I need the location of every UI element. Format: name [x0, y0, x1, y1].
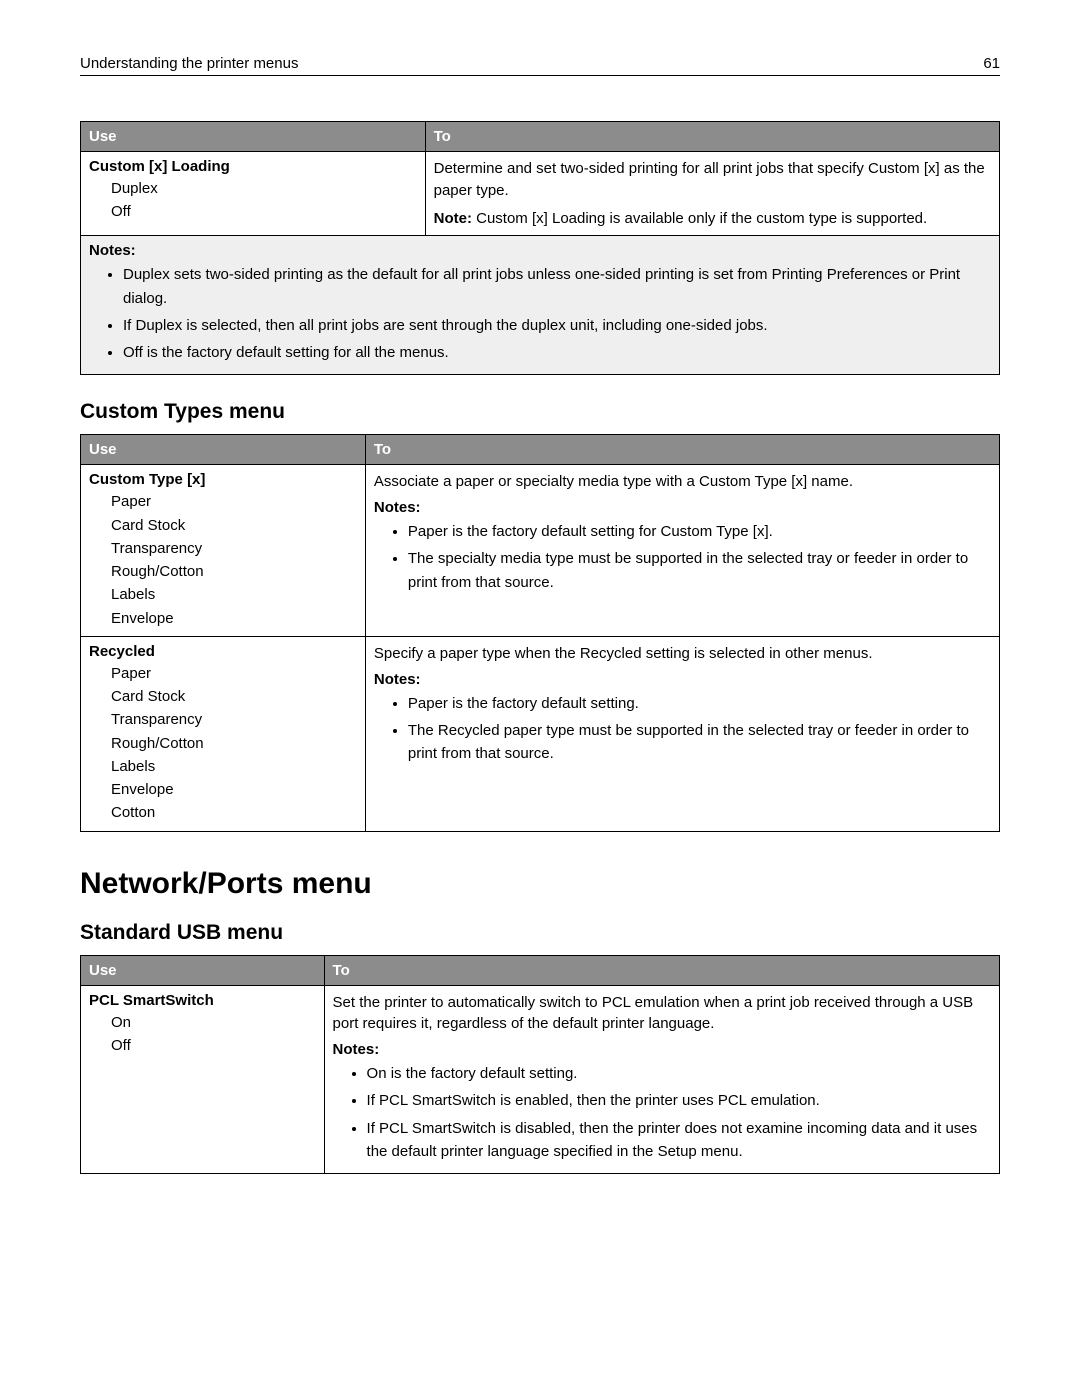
setting-option: Transparency	[111, 708, 357, 731]
setting-description: Specify a paper type when the Recycled s…	[374, 643, 991, 665]
table-row: Custom Type [x] Paper Card Stock Transpa…	[81, 465, 1000, 637]
setting-note: Note: Custom [x] Loading is available on…	[434, 208, 991, 230]
notes-bullet: Off is the factory default setting for a…	[123, 341, 991, 364]
table-row: Custom [x] Loading Duplex Off Determine …	[81, 152, 1000, 236]
notes-heading: Notes:	[374, 499, 991, 516]
notes-heading: Notes:	[333, 1041, 991, 1058]
setting-option: On	[111, 1011, 316, 1034]
setting-title: Recycled	[89, 643, 357, 660]
setting-option: Envelope	[111, 607, 357, 630]
header-title: Understanding the printer menus	[80, 55, 298, 72]
setting-option: Rough/Cotton	[111, 732, 357, 755]
setting-option: Off	[111, 200, 417, 223]
setting-title: PCL SmartSwitch	[89, 992, 316, 1009]
standard-usb-table: Use To PCL SmartSwitch On Off Set the pr…	[80, 955, 1000, 1175]
setting-option: Paper	[111, 490, 357, 513]
setting-option: Off	[111, 1034, 316, 1057]
table-header-to: To	[365, 435, 999, 465]
page-header: Understanding the printer menus 61	[80, 55, 1000, 76]
setting-option: Card Stock	[111, 685, 357, 708]
table-header-use: Use	[81, 122, 426, 152]
notes-bullet: Paper is the factory default setting for…	[408, 520, 991, 543]
table-header-to: To	[324, 955, 999, 985]
table-row: Recycled Paper Card Stock Transparency R…	[81, 636, 1000, 831]
notes-bullet: Duplex sets two‑sided printing as the de…	[123, 263, 991, 310]
setting-option: Envelope	[111, 778, 357, 801]
notes-heading: Notes:	[374, 671, 991, 688]
notes-bullet: If PCL SmartSwitch is enabled, then the …	[367, 1089, 991, 1112]
notes-bullet: If PCL SmartSwitch is disabled, then the…	[367, 1117, 991, 1164]
table-notes-row: Notes: Duplex sets two‑sided printing as…	[81, 236, 1000, 375]
network-ports-heading: Network/Ports menu	[80, 867, 1000, 901]
notes-bullet: Paper is the factory default setting.	[408, 692, 991, 715]
setting-description: Determine and set two‑sided printing for…	[434, 158, 991, 202]
setting-description: Associate a paper or specialty media typ…	[374, 471, 991, 493]
page: Understanding the printer menus 61 Use T…	[0, 0, 1080, 1239]
table-header-use: Use	[81, 435, 366, 465]
custom-types-heading: Custom Types menu	[80, 400, 1000, 424]
table-row: PCL SmartSwitch On Off Set the printer t…	[81, 985, 1000, 1174]
standard-usb-heading: Standard USB menu	[80, 921, 1000, 945]
notes-heading: Notes:	[89, 242, 991, 259]
custom-types-table: Use To Custom Type [x] Paper Card Stock …	[80, 434, 1000, 831]
notes-bullet: On is the factory default setting.	[367, 1062, 991, 1085]
table-header-use: Use	[81, 955, 325, 985]
setting-option: Card Stock	[111, 514, 357, 537]
setting-option: Transparency	[111, 537, 357, 560]
table-header-to: To	[425, 122, 999, 152]
setting-option: Rough/Cotton	[111, 560, 357, 583]
setting-option: Duplex	[111, 177, 417, 200]
setting-option: Cotton	[111, 801, 357, 824]
setting-title: Custom Type [x]	[89, 471, 357, 488]
custom-loading-table: Use To Custom [x] Loading Duplex Off Det…	[80, 121, 1000, 375]
setting-description: Set the printer to automatically switch …	[333, 992, 991, 1036]
setting-option: Labels	[111, 755, 357, 778]
page-number: 61	[983, 55, 1000, 72]
setting-option: Paper	[111, 662, 357, 685]
setting-title: Custom [x] Loading	[89, 158, 417, 175]
setting-option: Labels	[111, 583, 357, 606]
notes-bullet: The specialty media type must be support…	[408, 547, 991, 594]
notes-bullet: The Recycled paper type must be supporte…	[408, 719, 991, 766]
notes-bullet: If Duplex is selected, then all print jo…	[123, 314, 991, 337]
